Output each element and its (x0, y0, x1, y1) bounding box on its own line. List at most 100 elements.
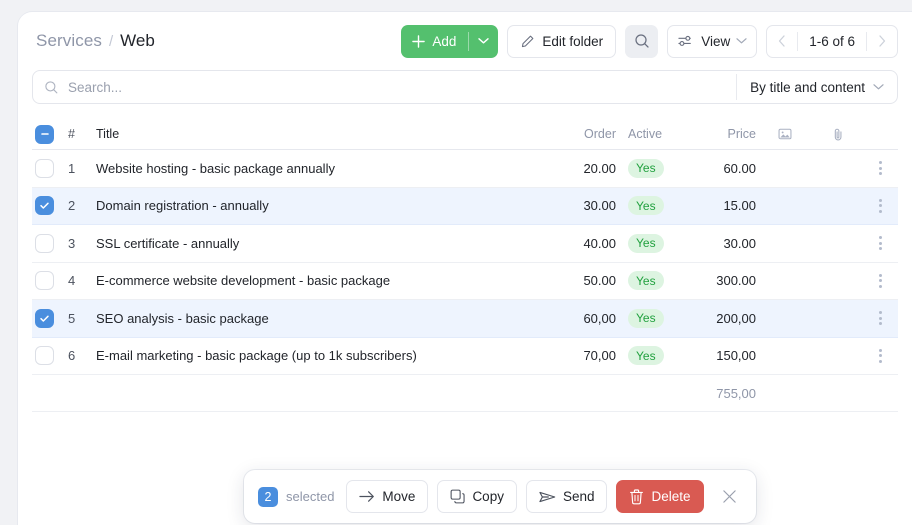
row-order: 20.00 (583, 160, 616, 176)
add-button-main[interactable]: Add (401, 25, 468, 58)
edit-folder-label: Edit folder (542, 33, 604, 49)
breadcrumb-current: Web (120, 31, 155, 50)
row-checkbox[interactable] (35, 196, 54, 216)
status-badge: Yes (628, 271, 664, 291)
row-select-cell (32, 196, 68, 216)
selection-count-label: selected (286, 489, 335, 504)
column-header-number[interactable]: # (68, 127, 96, 141)
column-header-order[interactable]: Order (550, 127, 616, 141)
table-row[interactable]: 2 Domain registration - annually 30.00 Yes 1… (32, 187, 898, 225)
table-row[interactable]: 4 E-commerce website development - basic … (32, 263, 898, 300)
column-header-price[interactable]: Price (678, 127, 756, 141)
search-bar[interactable]: By title and content (32, 70, 898, 104)
row-price: 60.00 (723, 160, 756, 176)
pagination-range: 1-6 of 6 (809, 33, 855, 49)
row-select-cell (32, 158, 68, 178)
row-menu-icon (878, 161, 882, 176)
row-menu-button[interactable] (862, 273, 898, 288)
row-menu-button[interactable] (862, 198, 898, 213)
table-total-row: 755,00 (32, 375, 898, 412)
view-button[interactable]: View (667, 24, 758, 58)
move-button[interactable]: Move (346, 480, 429, 513)
row-title[interactable]: E-mail marketing - basic package (up to … (96, 348, 550, 363)
column-header-title[interactable]: Title (96, 127, 550, 141)
edit-folder-button[interactable]: Edit folder (507, 24, 617, 58)
table-row[interactable]: 6 E-mail marketing - basic package (up to… (32, 338, 898, 375)
row-number: 3 (68, 235, 76, 251)
toolbar-actions: Add Edit folder View 1-6 of 6 (401, 24, 898, 58)
row-title[interactable]: Website hosting - basic package annually (96, 161, 550, 176)
select-all-checkbox[interactable] (35, 124, 54, 144)
status-badge: Yes (628, 346, 664, 366)
row-menu-icon (878, 348, 882, 363)
row-checkbox[interactable] (35, 271, 54, 291)
column-header-image[interactable] (756, 127, 814, 141)
sliders-icon (678, 34, 695, 48)
row-menu-button[interactable] (862, 161, 898, 176)
row-number: 6 (68, 348, 76, 364)
row-number: 5 (68, 310, 76, 326)
row-price: 200,00 (716, 310, 756, 326)
table-header-row: # Title Order Active Price (32, 119, 898, 150)
send-button[interactable]: Send (525, 480, 608, 513)
breadcrumb-parent[interactable]: Services (36, 31, 102, 51)
selection-count-badge: 2 (258, 486, 278, 507)
row-menu-button[interactable] (862, 236, 898, 251)
row-menu-button[interactable] (862, 348, 898, 363)
row-select-cell (32, 271, 68, 291)
close-icon (722, 489, 737, 504)
pagination-prev-button[interactable] (767, 26, 797, 57)
status-badge: Yes (628, 233, 664, 253)
trash-icon (629, 488, 644, 505)
chevron-down-icon (736, 37, 747, 45)
image-icon (778, 127, 792, 141)
row-title[interactable]: SEO analysis - basic package (96, 311, 550, 326)
row-menu-icon (878, 273, 882, 288)
row-title[interactable]: SSL certificate - annually (96, 236, 550, 251)
delete-button[interactable]: Delete (616, 480, 704, 513)
row-checkbox[interactable] (35, 308, 54, 328)
row-title[interactable]: E-commerce website development - basic p… (96, 273, 550, 288)
arrow-right-icon (359, 490, 375, 503)
breadcrumb-separator: / (109, 33, 114, 50)
search-scope-dropdown[interactable]: By title and content (736, 74, 893, 100)
row-number: 2 (68, 198, 76, 214)
add-button-label: Add (432, 33, 457, 49)
row-number: 1 (68, 160, 76, 176)
copy-button-label: Copy (472, 489, 504, 504)
column-header-attachment[interactable] (814, 127, 862, 142)
selection-action-bar: 2 selected Move Copy Send Delete (244, 470, 756, 523)
column-header-active[interactable]: Active (616, 127, 678, 141)
row-active-cell: Yes (616, 271, 678, 291)
close-action-bar-button[interactable] (715, 482, 745, 512)
copy-button[interactable]: Copy (437, 480, 517, 513)
row-number: 4 (68, 273, 76, 289)
search-input[interactable] (68, 79, 737, 95)
row-price: 300.00 (716, 273, 756, 289)
row-checkbox[interactable] (35, 346, 54, 366)
breadcrumb: Services / Web (32, 31, 155, 51)
row-active-cell: Yes (616, 346, 678, 366)
add-button[interactable]: Add (401, 24, 499, 58)
row-title[interactable]: Domain registration - annually (96, 198, 550, 213)
table-row[interactable]: 3 SSL certificate - annually 40.00 Yes 30.00 (32, 225, 898, 263)
row-price: 30.00 (723, 235, 756, 251)
row-order: 70,00 (583, 348, 616, 364)
row-order: 60,00 (583, 310, 616, 326)
pagination-next-button[interactable] (867, 26, 897, 57)
status-badge: Yes (628, 196, 664, 216)
delete-button-label: Delete (651, 489, 691, 504)
row-menu-button[interactable] (862, 311, 898, 326)
search-toggle-button[interactable] (625, 24, 659, 58)
row-checkbox[interactable] (35, 158, 54, 178)
add-dropdown-button[interactable] (469, 25, 498, 58)
row-select-cell (32, 233, 68, 253)
chevron-left-icon (778, 35, 786, 47)
select-all-cell (32, 124, 68, 144)
selection-count: 2 selected (255, 486, 337, 507)
send-icon (539, 490, 556, 504)
row-checkbox[interactable] (35, 233, 54, 253)
table-row[interactable]: 1 Website hosting - basic package annuall… (32, 150, 898, 188)
table-row[interactable]: 5 SEO analysis - basic package 60,00 Yes 200… (32, 300, 898, 338)
row-menu-icon (878, 198, 882, 213)
